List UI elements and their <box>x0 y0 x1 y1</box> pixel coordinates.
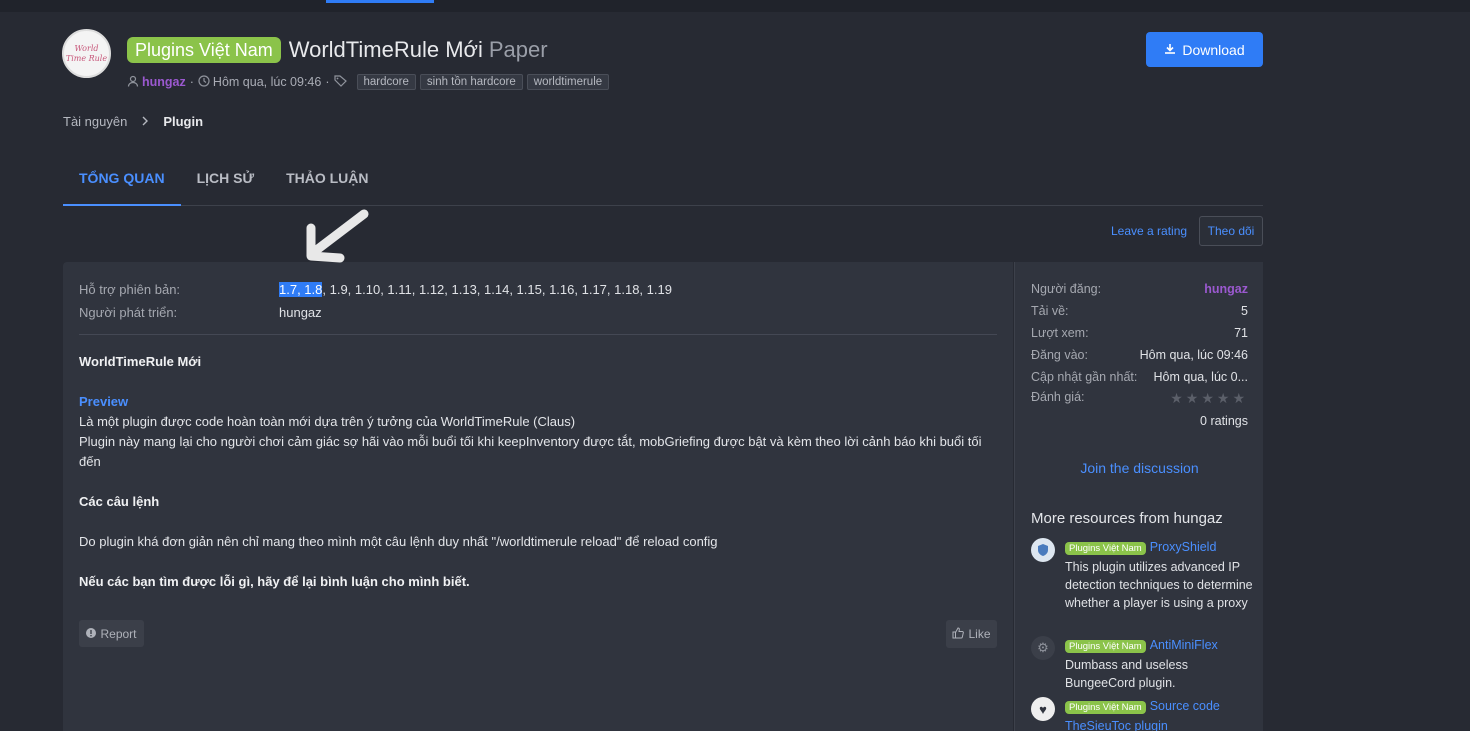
sidebar-views: Lượt xem: 71 <box>1031 326 1248 340</box>
resource-icon: World Time Rule <box>62 29 111 78</box>
resource-description: This plugin utilizes advanced IP detecti… <box>1065 560 1253 610</box>
description-body: WorldTimeRule Mới Preview Là một plugin … <box>79 352 999 592</box>
resource-description-panel: Hỗ trợ phiên bản: 1.7, 1.8, 1.9, 1.10, 1… <box>63 262 1013 731</box>
top-navigation-bar <box>0 0 1470 12</box>
resource-tabs: TỔNG QUAN LỊCH SỬ THẢO LUẬN <box>63 162 1263 206</box>
resource-meta: hungaz · Hôm qua, lúc 09:46 · hardcore s… <box>127 72 610 92</box>
tag-hardcore[interactable]: hardcore <box>356 74 416 90</box>
resource-link[interactable]: ProxyShield <box>1150 540 1217 554</box>
sidebar-ratings-count: 0 ratings <box>1200 414 1248 428</box>
tag-worldtimerule[interactable]: worldtimerule <box>526 74 610 90</box>
resource-prefix[interactable]: Plugins Việt Nam <box>1065 701 1146 714</box>
developer-value: hungaz <box>279 305 322 320</box>
breadcrumb: Tài nguyên Plugin <box>63 114 203 129</box>
resource-sidebar: Người đăng: hungaz Tải về: 5 Lượt xem: 7… <box>1014 262 1263 731</box>
resource-item: Plugins Việt Nam ProxyShield This plugin … <box>1031 538 1256 612</box>
resource-item: ♥ Plugins Việt Nam Source code TheSieuToc… <box>1031 697 1256 731</box>
sidebar-updated: Cập nhật gần nhất: Hôm qua, lúc 0... <box>1031 370 1248 384</box>
follow-button[interactable]: Theo dõi <box>1199 216 1263 246</box>
post-date[interactable]: Hôm qua, lúc 09:46 <box>213 75 321 89</box>
tab-overview[interactable]: TỔNG QUAN <box>63 162 181 206</box>
shield-icon[interactable] <box>1031 538 1055 562</box>
developer-row: Người phát triển: hungaz <box>79 305 322 320</box>
leave-rating-link[interactable]: Leave a rating <box>1111 224 1187 238</box>
resource-link[interactable]: AntiMiniFlex <box>1150 638 1218 652</box>
poster-link[interactable]: hungaz <box>1204 282 1248 296</box>
commands-text: Do plugin khá đơn giản nên chỉ mang theo… <box>79 534 718 549</box>
active-nav-indicator <box>326 0 434 3</box>
sidebar-rating: Đánh giá: ★★★★★ <box>1031 390 1248 406</box>
tags-icon <box>333 74 350 90</box>
preview-line: Là một plugin được code hoàn toàn mới dự… <box>79 414 576 429</box>
preview-heading: Preview <box>79 394 129 409</box>
resource-title-row: Plugins Việt Nam WorldTimeRule Mới Paper <box>127 36 548 64</box>
resource-description: Dumbass and useless BungeeCord plugin. <box>1065 658 1188 690</box>
annotation-arrow <box>306 209 369 263</box>
sidebar-poster: Người đăng: hungaz <box>1031 282 1248 296</box>
download-button[interactable]: Download <box>1146 32 1263 67</box>
supported-versions-value: , 1.9, 1.10, 1.11, 1.12, 1.13, 1.14, 1.1… <box>322 282 672 297</box>
gear-icon[interactable]: ⚙ <box>1031 636 1055 660</box>
thumbs-up-icon <box>952 626 965 642</box>
resource-title: WorldTimeRule Mới <box>288 37 483 62</box>
join-discussion-link[interactable]: Join the discussion <box>1015 460 1264 476</box>
author-link[interactable]: hungaz <box>142 75 186 89</box>
breadcrumb-parent[interactable]: Tài nguyên <box>63 114 127 129</box>
tag-sinh-ton-hardcore[interactable]: sinh tồn hardcore <box>419 74 523 90</box>
version-label: Paper <box>488 37 548 62</box>
developer-label: Người phát triển: <box>79 305 178 320</box>
prefix-badge[interactable]: Plugins Việt Nam <box>127 37 281 63</box>
supported-versions-label: Hỗ trợ phiên bản: <box>79 282 181 297</box>
preview-line: Plugin này mang lại cho người chơi cảm g… <box>79 434 982 469</box>
report-button[interactable]: Report <box>79 620 144 647</box>
description-heading: WorldTimeRule Mới <box>79 354 202 369</box>
like-button[interactable]: Like <box>946 620 997 648</box>
tab-history[interactable]: LỊCH SỬ <box>181 162 271 206</box>
more-resources-heading: More resources from hungaz <box>1031 510 1223 527</box>
bugs-note: Nếu các bạn tìm được lỗi gì, hãy để lại … <box>79 574 470 589</box>
breadcrumb-current[interactable]: Plugin <box>163 114 203 129</box>
download-icon <box>1164 42 1176 58</box>
resource-prefix[interactable]: Plugins Việt Nam <box>1065 640 1146 653</box>
supported-versions-row: Hỗ trợ phiên bản: 1.7, 1.8, 1.9, 1.10, 1… <box>79 282 672 297</box>
chevron-right-icon <box>141 114 149 129</box>
commands-heading: Các câu lệnh <box>79 494 160 509</box>
clock-icon <box>198 74 210 90</box>
heart-icon[interactable]: ♥ <box>1031 697 1055 721</box>
rating-stars: ★★★★★ <box>1170 390 1248 406</box>
selected-text: 1.7, 1.8 <box>279 282 323 297</box>
divider <box>79 334 997 335</box>
alert-icon <box>86 627 97 641</box>
user-icon <box>127 75 139 90</box>
resource-prefix[interactable]: Plugins Việt Nam <box>1065 542 1146 555</box>
sidebar-downloads: Tải về: 5 <box>1031 304 1248 318</box>
sidebar-posted: Đăng vào: Hôm qua, lúc 09:46 <box>1031 348 1248 362</box>
resource-item: ⚙ Plugins Việt Nam AntiMiniFlex Dumbass a… <box>1031 636 1256 692</box>
